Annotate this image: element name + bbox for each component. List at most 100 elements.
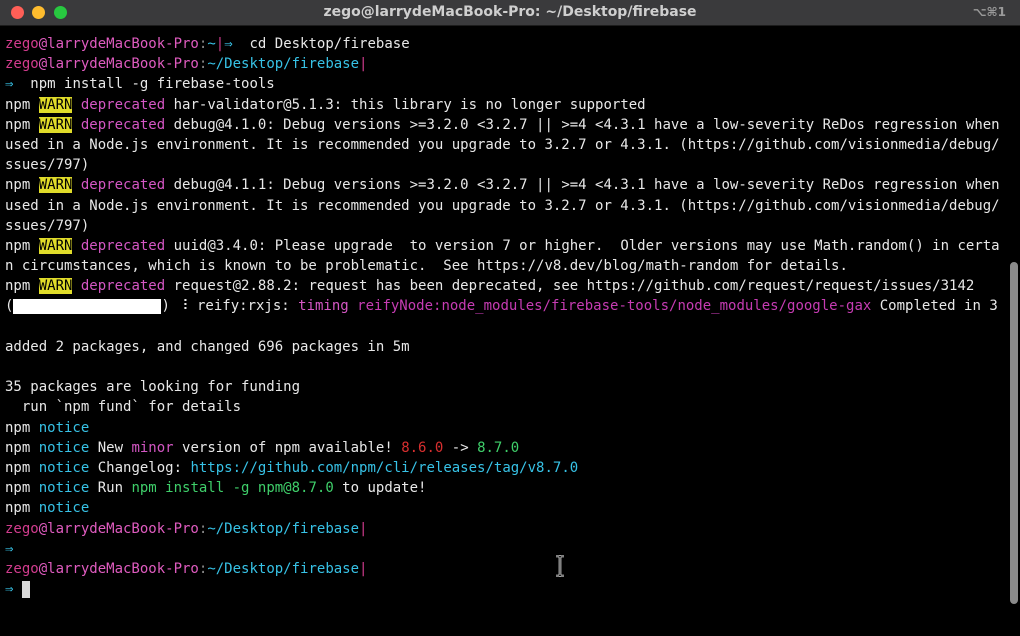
terminal-text-segment: debug@4.1.1: Debug versions >=3.2.0 <3.2…: [165, 177, 1000, 194]
terminal-text-segment: notice: [38, 500, 90, 517]
window-title: zego@larrydeMacBook-Pro: ~/Desktop/fireb…: [323, 4, 697, 20]
terminal-text-segment: Changelog:: [89, 459, 191, 476]
terminal-line: added 2 packages, and changed 696 packag…: [5, 337, 1000, 357]
terminal-text-segment: notice: [38, 419, 90, 436]
terminal-text-segment: |: [359, 56, 368, 73]
terminal-line: npm notice Run npm install -g npm@8.7.0 …: [5, 478, 1000, 498]
terminal-text-segment: npm: [5, 116, 39, 133]
terminal-line: npm WARN deprecated debug@4.1.0: Debug v…: [5, 115, 1000, 135]
terminal-text-segment: notice: [38, 459, 90, 476]
terminal-text-segment: ~: [207, 36, 216, 52]
terminal-text-segment: npm: [5, 459, 39, 476]
terminal-text-segment: reify:rxjs:: [188, 298, 299, 315]
terminal-text-segment: npm: [5, 500, 39, 517]
terminal-text-segment: ): [161, 298, 179, 315]
terminal-text-segment: ssues/797): [5, 217, 90, 234]
warn-badge: WARN: [38, 96, 73, 113]
terminal-line: npm WARN deprecated har-validator@5.1.3:…: [5, 95, 1000, 115]
terminal-text-segment: deprecated: [80, 96, 166, 113]
terminal-line: zego@larrydeMacBook-Pro:~/Desktop/fireba…: [5, 519, 1000, 539]
terminal-text-segment: debug@4.1.0: Debug versions >=3.2.0 <3.2…: [165, 116, 1000, 133]
terminal-text-segment: ⇒: [224, 36, 233, 52]
terminal-line: zego@larrydeMacBook-Pro:~|⇒ cd Desktop/f…: [5, 34, 1000, 54]
terminal-text-segment: n circumstances, which is known to be pr…: [5, 258, 848, 275]
terminal-cursor: [21, 580, 30, 598]
terminal-text-segment: 8.6.0: [401, 439, 444, 456]
terminal-text-segment: ->: [443, 439, 478, 456]
terminal-text-segment: npm: [5, 278, 39, 295]
terminal-line: zego@larrydeMacBook-Pro:~/Desktop/fireba…: [5, 54, 1000, 74]
terminal-text-segment: npm: [5, 96, 39, 113]
terminal-text-segment: 35 packages are looking for funding: [5, 379, 301, 396]
terminal-text-segment: version of npm available!: [173, 439, 402, 456]
terminal-text-segment: @larrydeMacBook-Pro: [38, 560, 199, 577]
terminal-line: used in a Node.js environment. It is rec…: [5, 196, 1000, 216]
terminal-text-segment: New: [89, 439, 132, 456]
terminal-text-segment: ⠸: [178, 298, 189, 315]
warn-badge: WARN: [38, 278, 73, 295]
text-cursor-ibeam-icon: [556, 555, 564, 577]
terminal-text-segment: request@2.88.2: request has been depreca…: [165, 278, 975, 295]
terminal-text-segment: npm install -g firebase-tools: [13, 76, 275, 93]
terminal-text-segment: npm: [5, 419, 39, 436]
terminal-line: npm WARN deprecated debug@4.1.1: Debug v…: [5, 175, 1000, 195]
warn-badge: WARN: [38, 116, 73, 133]
terminal-line: zego@larrydeMacBook-Pro:~/Desktop/fireba…: [5, 559, 1000, 579]
terminal-text-segment: 8.7.0: [477, 439, 520, 456]
terminal-text-segment: zego: [5, 520, 39, 537]
terminal-line: run `npm fund` for details: [5, 397, 1000, 417]
terminal-text-segment: (: [5, 298, 14, 315]
terminal-text-segment: Run: [89, 480, 132, 497]
terminal-line: used in a Node.js environment. It is rec…: [5, 135, 1000, 155]
terminal-line: ssues/797): [5, 216, 1000, 236]
terminal-line: npm notice: [5, 498, 1000, 518]
terminal-text-segment: reifyNode:node_modules/firebase-tools/no…: [357, 298, 872, 315]
terminal-text-segment: |: [215, 36, 225, 52]
title-bar[interactable]: zego@larrydeMacBook-Pro: ~/Desktop/fireb…: [0, 0, 1020, 26]
terminal-text-segment: npm: [5, 439, 39, 456]
terminal-line: npm WARN deprecated request@2.88.2: requ…: [5, 276, 1000, 296]
terminal-output[interactable]: zego@larrydeMacBook-Pro:~|⇒ cd Desktop/f…: [5, 34, 1000, 634]
terminal-text-segment: |: [359, 560, 368, 577]
terminal-text-segment: added 2 packages, and changed 696 packag…: [5, 338, 410, 355]
vertical-scrollbar[interactable]: [1010, 262, 1018, 604]
terminal-line: npm notice: [5, 418, 1000, 438]
terminal-text-segment: npm: [5, 177, 39, 194]
terminal-text-segment: ⇒: [5, 540, 14, 557]
terminal-line: () ⠸ reify:rxjs: timing reifyNode:node_m…: [5, 296, 1000, 316]
terminal-text-segment: @larrydeMacBook-Pro: [38, 36, 199, 52]
warn-badge: WARN: [38, 237, 73, 254]
terminal-text-segment: har-validator@5.1.3: this library is no …: [165, 96, 646, 113]
terminal-text-segment: @larrydeMacBook-Pro: [38, 520, 199, 537]
terminal-text-segment: zego: [5, 560, 39, 577]
terminal-text-segment: Completed in 3: [871, 298, 998, 315]
terminal-text-segment: |: [359, 520, 368, 537]
terminal-text-segment: zego: [5, 36, 39, 52]
terminal-text-segment: npm: [5, 480, 39, 497]
terminal-line: ⇒: [5, 579, 1000, 599]
redacted-progress-bar: [13, 298, 162, 314]
terminal-text-segment: notice: [38, 480, 90, 497]
terminal-text-segment: ~/Desktop/firebase: [207, 560, 360, 577]
terminal-text-segment: uuid@3.4.0: Please upgrade to version 7 …: [165, 237, 1000, 254]
terminal-line: 35 packages are looking for funding: [5, 377, 1000, 397]
terminal-window: zego@larrydeMacBook-Pro: ~/Desktop/fireb…: [0, 0, 1020, 636]
terminal-text-segment: deprecated: [80, 237, 166, 254]
window-shortcut-label: ⌥⌘1: [972, 5, 1006, 19]
terminal-line: ssues/797): [5, 155, 1000, 175]
terminal-text-segment: ssues/797): [5, 157, 90, 174]
terminal-line: ⇒ npm install -g firebase-tools: [5, 74, 1000, 94]
terminal-line: n circumstances, which is known to be pr…: [5, 256, 1000, 276]
terminal-text-segment: notice: [38, 439, 90, 456]
terminal-text-segment: @larrydeMacBook-Pro: [38, 56, 199, 73]
terminal-text-segment: used in a Node.js environment. It is rec…: [5, 197, 1000, 214]
